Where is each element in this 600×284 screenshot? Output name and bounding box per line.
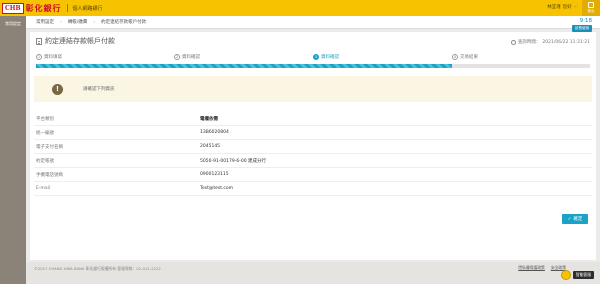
row-key: E-mail bbox=[36, 186, 51, 191]
row-value: 13B6020804 bbox=[200, 130, 229, 135]
brand-logo[interactable]: CHB 彰化銀行 個人網路銀行 bbox=[2, 2, 103, 14]
top-bar: CHB 彰化銀行 個人網路銀行 林宜瑾 您好 ... 登出 bbox=[0, 0, 600, 16]
breadcrumb-section[interactable]: 轉帳/繳費 bbox=[68, 19, 88, 25]
step-label: 資料確認 bbox=[321, 55, 339, 60]
breadcrumb-home[interactable]: 常用設定 bbox=[36, 19, 54, 25]
row-key: 約定帳號 bbox=[36, 158, 54, 164]
step-4: 4 交易結果 bbox=[452, 54, 478, 60]
step-number: 4 bbox=[452, 54, 458, 60]
row-value: 電權依需 bbox=[200, 116, 218, 122]
check-icon: ✓ bbox=[567, 216, 572, 222]
clock-icon bbox=[510, 39, 516, 45]
divider bbox=[66, 4, 68, 12]
sidebar: 常用設定 bbox=[0, 16, 26, 284]
row-value: 2045145 bbox=[200, 144, 221, 149]
logout-button[interactable]: 登出 bbox=[582, 0, 600, 16]
step-label: 資料填寫 bbox=[44, 55, 62, 60]
site-subtitle: 個人網路銀行 bbox=[72, 5, 103, 12]
row-key: 平台類別 bbox=[36, 116, 54, 122]
step-1: 1 資料填寫 bbox=[36, 54, 62, 60]
assistant-button[interactable]: 智能客服 bbox=[560, 270, 594, 280]
chevron-right-icon: › bbox=[93, 19, 96, 25]
query-time: 查詢時間： 2021/06/22 11:31:21 bbox=[510, 39, 590, 45]
greeting-text: 您好 bbox=[562, 5, 572, 10]
logo-text: 彰化銀行 bbox=[25, 2, 62, 13]
row-value: 0900123115 bbox=[200, 172, 229, 177]
warning-icon: ! bbox=[52, 83, 63, 95]
step-2: 2 資料確認 bbox=[174, 54, 200, 60]
document-icon bbox=[36, 37, 42, 45]
table-row: 約定帳號 5050-91-00179-6-00 建成分行 bbox=[34, 154, 592, 168]
main-card: 約定連結存款帳戶付款 查詢時間： 2021/06/22 11:31:21 1 資… bbox=[30, 32, 596, 260]
greeting-suffix: ... bbox=[573, 4, 578, 9]
sidebar-item-settings[interactable]: 常用設定 bbox=[0, 16, 26, 32]
confirm-label: 確定 bbox=[573, 217, 583, 222]
footer: ©2017 CHANG HWA BANK 彰化銀行版權所有 客服專線：02-41… bbox=[26, 262, 600, 284]
step-number: 3 bbox=[313, 54, 319, 60]
step-3: 3 資料確認 bbox=[313, 54, 339, 60]
logout-label: 登出 bbox=[587, 9, 595, 13]
query-time-value: 2021/06/22 11:31:21 bbox=[542, 39, 590, 45]
notice-box: ! 請確認下列資訊 bbox=[34, 76, 592, 102]
row-value: Test@test.com bbox=[200, 186, 234, 191]
row-value: 5050-91-00179-6-00 建成分行 bbox=[200, 158, 267, 164]
footer-links: 隱私權保護政策 安全政策 bbox=[518, 265, 566, 271]
copyright-text: ©2017 CHANG HWA BANK 彰化銀行版權所有 客服專線：02-41… bbox=[34, 266, 161, 271]
assistant-label: 智能客服 bbox=[572, 271, 594, 279]
session-time: 9:18 bbox=[579, 18, 592, 24]
extend-session-button[interactable]: 延長使用 bbox=[572, 25, 592, 32]
table-row: E-mail Test@test.com bbox=[34, 182, 592, 196]
table-row: 平台類別 電權依需 bbox=[34, 112, 592, 126]
table-row: 手機電話號碼 0900123115 bbox=[34, 168, 592, 182]
row-key: 手機電話號碼 bbox=[36, 172, 63, 178]
chevron-right-icon: › bbox=[60, 19, 62, 25]
step-label: 交易結果 bbox=[460, 55, 478, 60]
page-title: 約定連結存款帳戶付款 bbox=[45, 37, 115, 45]
confirm-button[interactable]: ✓ 確定 bbox=[562, 214, 588, 224]
step-number: 1 bbox=[36, 54, 42, 60]
session-timer: 9:18 延長使用 bbox=[572, 18, 592, 32]
breadcrumb-current: 約定連結存款帳戶付款 bbox=[101, 20, 147, 25]
logout-icon bbox=[588, 2, 594, 8]
table-row: 電子支付名稱 2045145 bbox=[34, 140, 592, 154]
row-key: 統一編號 bbox=[36, 130, 54, 136]
breadcrumb: 常用設定 › 轉帳/繳費 › 約定連結存款帳戶付款 bbox=[26, 16, 600, 29]
logo-badge: CHB bbox=[2, 2, 24, 14]
user-name: 林宜瑾 bbox=[547, 5, 561, 10]
progress-fill bbox=[36, 64, 452, 68]
table-row: 統一編號 13B6020804 bbox=[34, 126, 592, 140]
step-label: 資料確認 bbox=[182, 55, 200, 60]
query-time-label: 查詢時間： bbox=[517, 40, 541, 45]
step-indicator: 1 資料填寫 2 資料確認 3 資料確認 4 交易結果 bbox=[34, 54, 592, 70]
step-number: 2 bbox=[174, 54, 180, 60]
assistant-avatar-icon bbox=[560, 270, 571, 280]
privacy-link[interactable]: 隱私權保護政策 bbox=[518, 265, 545, 271]
progress-bar bbox=[36, 64, 590, 68]
notice-text: 請確認下列資訊 bbox=[83, 87, 115, 92]
details-table: 平台類別 電權依需 統一編號 13B6020804 電子支付名稱 2045145… bbox=[34, 112, 592, 196]
user-greeting: 林宜瑾 您好 ... bbox=[547, 4, 578, 10]
row-key: 電子支付名稱 bbox=[36, 144, 63, 150]
page-title-row: 約定連結存款帳戶付款 bbox=[36, 36, 115, 46]
